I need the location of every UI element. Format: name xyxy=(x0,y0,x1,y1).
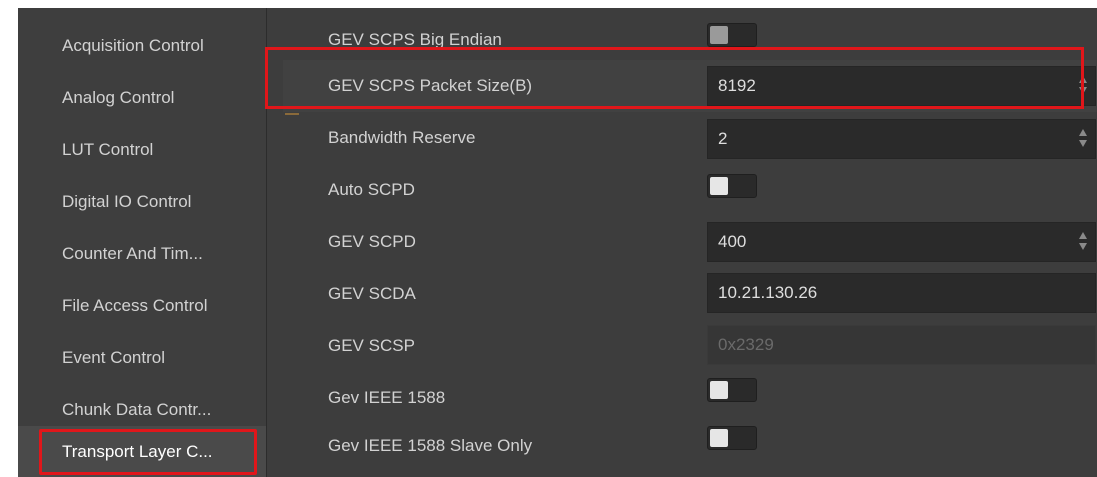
spin-up-arrow-icon[interactable] xyxy=(1079,232,1087,239)
property-row-auto-scpd: Auto SCPD xyxy=(267,164,1097,216)
property-row-gev-scpd: GEV SCPD 400 xyxy=(267,216,1097,268)
sidebar-item-label: Counter And Tim... xyxy=(62,244,203,263)
ieee-1588-toggle[interactable] xyxy=(707,378,757,402)
property-row-gev-scsp: GEV SCSP 0x2329 xyxy=(267,320,1097,372)
toggle-knob xyxy=(710,26,728,44)
spin-down-arrow-icon[interactable] xyxy=(1079,140,1087,147)
sidebar-item-analog-control[interactable]: Analog Control xyxy=(18,72,266,124)
property-label: Auto SCPD xyxy=(328,180,415,199)
sidebar-item-label: Acquisition Control xyxy=(62,36,204,55)
toggle-knob xyxy=(710,177,728,195)
property-row-gev-ieee-1588-slave-only: Gev IEEE 1588 Slave Only xyxy=(267,420,1097,472)
field-value: 0x2329 xyxy=(718,335,774,354)
sidebar-item-label: Analog Control xyxy=(62,88,175,107)
sidebar-item-label: Event Control xyxy=(62,348,165,367)
field-value: 10.21.130.26 xyxy=(718,283,818,302)
property-row-bandwidth-reserve: Bandwidth Reserve 2 xyxy=(267,112,1097,164)
ieee-1588-slave-only-toggle[interactable] xyxy=(707,426,757,450)
property-row-gev-ieee-1588: Gev IEEE 1588 xyxy=(267,372,1097,424)
gev-scsp-input: 0x2329 xyxy=(707,325,1096,365)
sidebar-item-transport-layer-control[interactable]: Transport Layer C... xyxy=(18,426,266,477)
field-value: 2 xyxy=(718,129,728,148)
big-endian-toggle[interactable] xyxy=(707,23,757,47)
sidebar-item-file-access-control[interactable]: File Access Control xyxy=(18,280,266,332)
spin-up-arrow-icon[interactable] xyxy=(1079,129,1087,136)
sidebar-item-lut-control[interactable]: LUT Control xyxy=(18,124,266,176)
sidebar-item-digital-io-control[interactable]: Digital IO Control xyxy=(18,176,266,228)
property-label: GEV SCDA xyxy=(328,284,416,303)
bandwidth-reserve-input[interactable]: 2 xyxy=(707,119,1096,159)
sidebar-item-label: Digital IO Control xyxy=(62,192,192,211)
property-label: Gev IEEE 1588 xyxy=(328,388,446,407)
category-sidebar: Acquisition Control Analog Control LUT C… xyxy=(18,8,266,477)
toggle-knob xyxy=(710,429,728,447)
gev-scpd-input[interactable]: 400 xyxy=(707,222,1096,262)
packet-size-highlight-box xyxy=(265,47,1084,109)
spinner-arrows-icon[interactable] xyxy=(1079,231,1089,253)
sidebar-item-label: LUT Control xyxy=(62,140,154,159)
property-row-gev-scda: GEV SCDA 10.21.130.26 xyxy=(267,268,1097,320)
spinner-arrows-icon[interactable] xyxy=(1079,128,1089,150)
sidebar-item-event-control[interactable]: Event Control xyxy=(18,332,266,384)
sidebar-item-counter-and-timer[interactable]: Counter And Tim... xyxy=(18,228,266,280)
field-value: 400 xyxy=(718,232,747,251)
property-label: GEV SCPD xyxy=(328,232,416,251)
spin-down-arrow-icon[interactable] xyxy=(1079,243,1087,250)
sidebar-item-label: Chunk Data Contr... xyxy=(62,400,212,419)
gev-scda-input[interactable]: 10.21.130.26 xyxy=(707,273,1096,313)
sidebar-item-label: Transport Layer C... xyxy=(62,442,213,461)
property-label: GEV SCSP xyxy=(328,336,415,355)
property-label: Gev IEEE 1588 Slave Only xyxy=(328,436,533,455)
auto-scpd-toggle[interactable] xyxy=(707,174,757,198)
toggle-knob xyxy=(710,381,728,399)
sidebar-item-acquisition-control[interactable]: Acquisition Control xyxy=(18,20,266,72)
sidebar-item-label: File Access Control xyxy=(62,296,208,315)
property-label: Bandwidth Reserve xyxy=(328,128,476,147)
